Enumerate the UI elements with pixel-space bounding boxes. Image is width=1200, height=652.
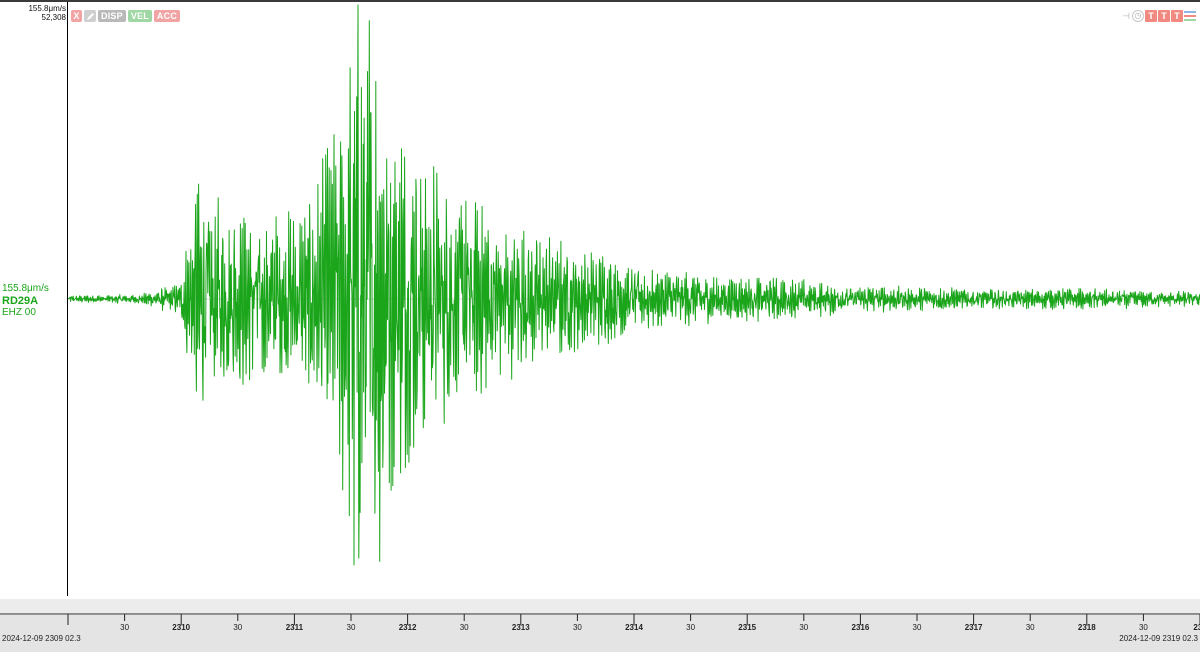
station-name: RD29A — [2, 295, 39, 307]
seismogram-plot[interactable] — [68, 2, 1200, 596]
channel-amplitude: 155.8μm/s — [2, 283, 49, 294]
x-tick-label: 30 — [460, 623, 469, 632]
axis-spacer — [0, 599, 1200, 613]
x-tick-label: 2314 — [625, 623, 643, 632]
x-tick-label: 2315 — [738, 623, 756, 632]
x-tick-label: 2316 — [852, 623, 870, 632]
end-time-label: 2024-12-09 2319 02.3 — [1119, 634, 1198, 643]
x-tick-label: 30 — [913, 623, 922, 632]
x-tick-label: 30 — [799, 623, 808, 632]
x-tick-label: 30 — [573, 623, 582, 632]
x-tick-label: 30 — [120, 623, 129, 632]
x-tick-label: 30 — [233, 623, 242, 632]
x-tick-label: 231 — [1193, 623, 1200, 632]
scale-amplitude: 155.8μm/s — [28, 4, 66, 13]
x-tick-label: 30 — [686, 623, 695, 632]
x-tick-label: 2311 — [286, 623, 304, 632]
channel-label: 155.8μm/s RD29A EHZ 00 — [2, 283, 49, 319]
scale-readout: 155.8μm/s 52,308 — [0, 4, 66, 22]
start-time-label: 2024-12-09 2309 02.3 — [2, 634, 81, 643]
x-tick-label: 2310 — [172, 623, 190, 632]
x-tick-label: 2312 — [399, 623, 417, 632]
x-tick-label: 2318 — [1078, 623, 1096, 632]
x-tick-label: 30 — [1139, 623, 1148, 632]
time-axis-ticks: 30 2310 30 2311 30 2312 30 2313 30 2314 30 2315 30 23… — [0, 613, 1200, 632]
scale-count: 52,308 — [41, 13, 66, 22]
x-tick-label: 30 — [347, 623, 356, 632]
waveform-trace — [68, 4, 1200, 566]
x-tick-label: 2313 — [512, 623, 530, 632]
channel-component: EHZ 00 — [2, 307, 36, 318]
x-tick-label: 2317 — [965, 623, 983, 632]
x-tick-label: 30 — [1026, 623, 1035, 632]
